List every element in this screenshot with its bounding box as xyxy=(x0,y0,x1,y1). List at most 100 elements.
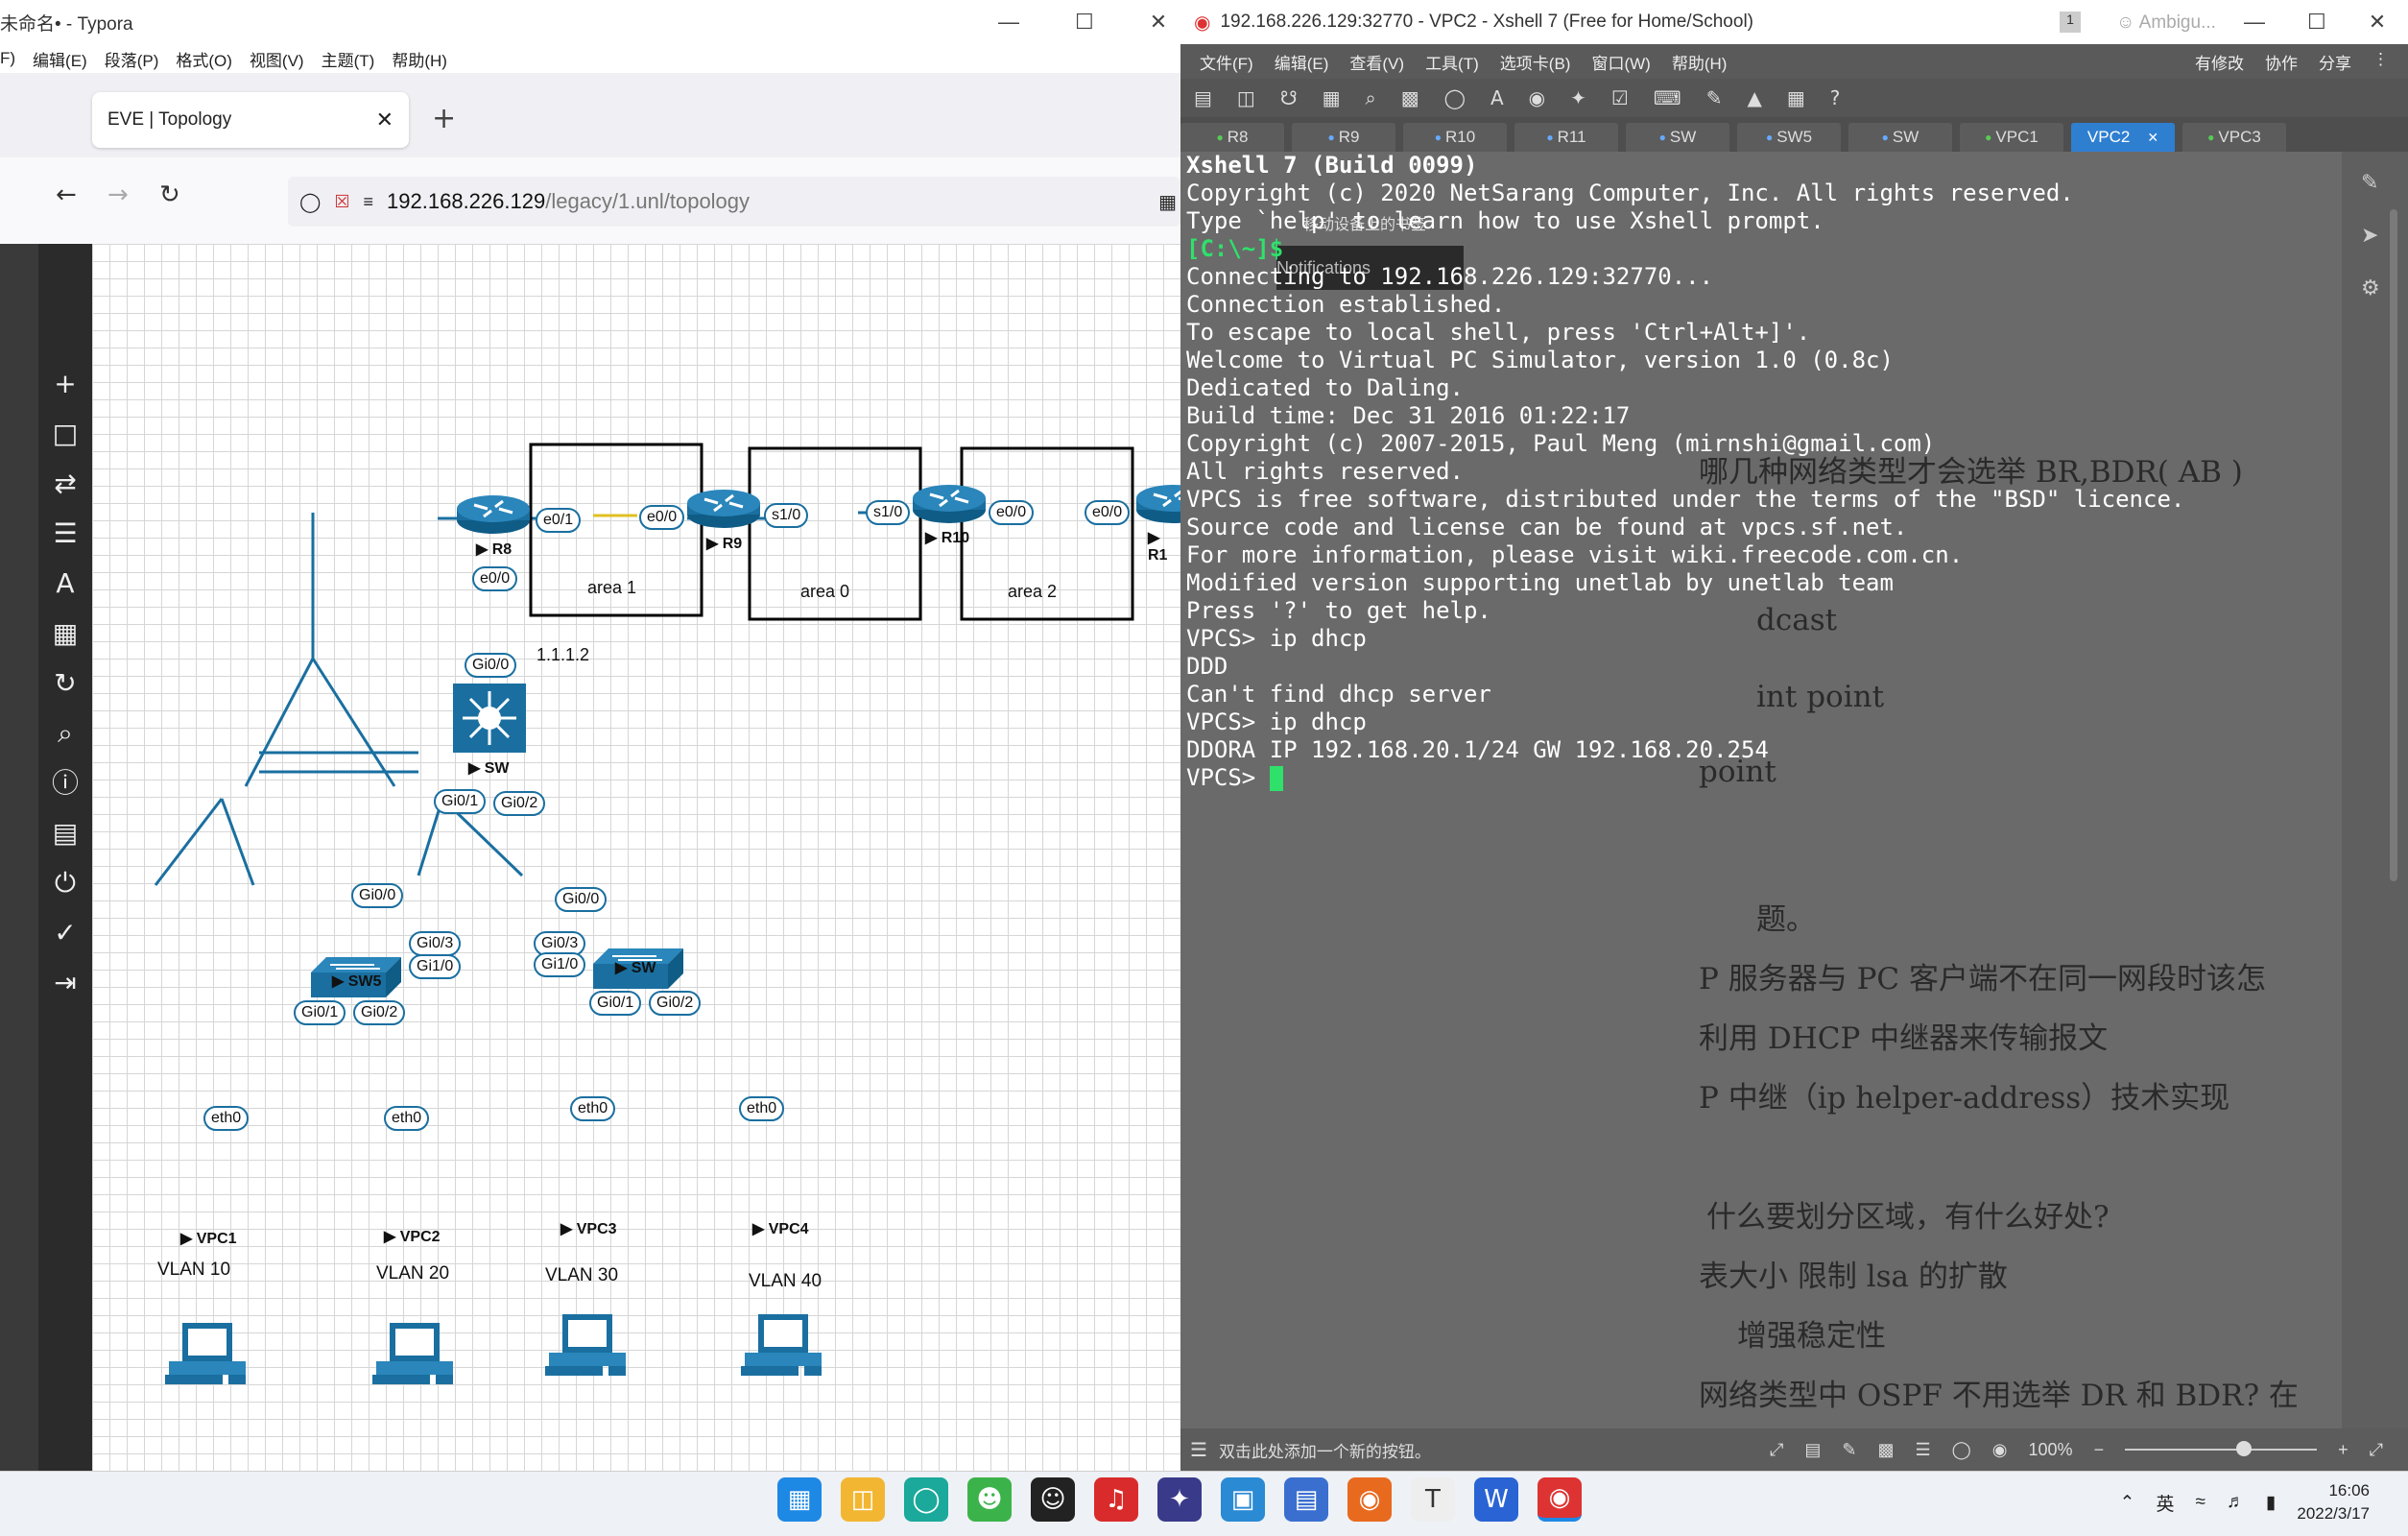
wifi-icon[interactable]: ≈ xyxy=(2195,1492,2205,1513)
keyboard-icon[interactable]: ⌨ xyxy=(1654,86,1681,109)
shield-icon[interactable]: ◯ xyxy=(299,190,321,214)
menu-file[interactable]: F) xyxy=(0,49,15,68)
menu-help[interactable]: 帮助(H) xyxy=(392,47,447,71)
font-icon[interactable]: A xyxy=(1490,86,1504,109)
port-sw5-gi0-2[interactable]: Gi0/2 xyxy=(353,1000,406,1025)
tab-sw[interactable]: ● SW xyxy=(1626,123,1729,152)
forward-icon[interactable]: → xyxy=(107,180,129,209)
book-icon[interactable]: ▤ xyxy=(1804,1440,1821,1460)
terminal[interactable]: 哪几种网络类型才会选举 BR,BDR( AB ) dcast int point… xyxy=(1180,152,2342,1428)
menu-paragraph[interactable]: 段落(P) xyxy=(105,47,159,71)
port-sw5-gi0-0[interactable]: Gi0/0 xyxy=(351,883,404,908)
port-sw2-gi1-0[interactable]: Gi1/0 xyxy=(534,952,586,977)
menu-help[interactable]: 帮助(H) xyxy=(1672,50,1728,74)
power-icon[interactable]: ⏻ xyxy=(55,868,76,898)
pointer-icon[interactable]: ➤ xyxy=(2361,224,2380,248)
file-explorer-icon[interactable]: ◫ xyxy=(841,1477,885,1522)
nodes-icon[interactable]: □ xyxy=(53,419,78,448)
grid-icon[interactable]: ▦ xyxy=(53,618,78,648)
vmware-icon[interactable]: ▣ xyxy=(1221,1477,1265,1522)
help-icon[interactable]: ? xyxy=(1830,86,1841,109)
page-icon[interactable]: ▩ xyxy=(1877,1440,1894,1460)
zoom-level[interactable]: 100% xyxy=(2029,1440,2073,1460)
logout-icon[interactable]: ⇥ xyxy=(54,968,76,997)
tray-expand-icon[interactable]: ⌃ xyxy=(2120,1492,2135,1514)
share-button[interactable]: 分享 xyxy=(2319,50,2351,74)
app-icon[interactable]: ✦ xyxy=(1157,1477,1202,1522)
ime-indicator[interactable]: 英 xyxy=(2156,1490,2174,1516)
menu-format[interactable]: 格式(O) xyxy=(176,47,232,71)
menu-edit[interactable]: 编辑(E) xyxy=(33,47,87,71)
volume-icon[interactable]: ♬ xyxy=(2227,1492,2245,1513)
fit-icon[interactable]: ⤢ xyxy=(2370,1440,2383,1460)
port-sw5-gi0-1[interactable]: Gi0/1 xyxy=(294,1000,346,1025)
wechat-icon[interactable]: ☻ xyxy=(967,1477,1012,1522)
list-icon[interactable]: ☰ xyxy=(1916,1440,1931,1460)
tab-sw-2[interactable]: ● SW xyxy=(1848,123,1952,152)
zoom-out-icon[interactable]: − xyxy=(2094,1440,2105,1460)
menu-tools[interactable]: 工具(T) xyxy=(1425,50,1479,74)
eye-icon[interactable]: ◉ xyxy=(1992,1440,2008,1460)
tab-vpc2[interactable]: VPC2 ✕ xyxy=(2071,123,2175,152)
collaborate-button[interactable]: 协作 xyxy=(2265,50,2298,74)
refresh-icon[interactable]: ↻ xyxy=(54,668,76,698)
windows-start-icon[interactable]: ▦ xyxy=(777,1477,822,1522)
scroll-thumb[interactable] xyxy=(2390,209,2397,881)
battery-icon[interactable]: ▮ xyxy=(2266,1492,2276,1514)
qr-code-icon[interactable]: ▦ xyxy=(1158,190,1177,214)
port-r10-e0-0[interactable]: e0/0 xyxy=(989,500,1035,525)
web-icon[interactable]: ◯ xyxy=(1952,1440,1971,1460)
reload-icon[interactable]: ↻ xyxy=(159,180,180,209)
close-tab-icon[interactable]: ✕ xyxy=(376,108,393,132)
menu-theme[interactable]: 主题(T) xyxy=(322,47,375,71)
close-icon[interactable]: ✕ xyxy=(1150,10,1167,35)
netease-music-icon[interactable]: ♫ xyxy=(1094,1477,1138,1522)
minimize-icon[interactable]: — xyxy=(2244,10,2265,35)
menu-window[interactable]: 窗口(W) xyxy=(1591,50,1650,74)
tab-r9[interactable]: ● R9 xyxy=(1292,123,1395,152)
port-vpc3-eth0[interactable]: eth0 xyxy=(570,1096,616,1121)
port-sw2-gi0-2[interactable]: Gi0/2 xyxy=(649,991,702,1016)
profile-name[interactable]: ☺ Ambigu... xyxy=(2116,12,2216,34)
word-icon[interactable]: W xyxy=(1474,1477,1518,1522)
close-icon[interactable]: ✕ xyxy=(2369,10,2386,35)
find-icon[interactable]: ⌕ xyxy=(1365,86,1375,109)
tab-r8[interactable]: ● R8 xyxy=(1180,123,1284,152)
globe-icon[interactable]: ◯ xyxy=(1444,86,1466,109)
info-icon[interactable]: ⓘ xyxy=(52,768,79,798)
menu-tabs[interactable]: 选项卡(B) xyxy=(1500,50,1571,74)
url-bar[interactable]: ◯ ☒ ≡ 192.168.226.129/legacy/1.unl/topol… xyxy=(288,177,1180,227)
port-r1-e0-0[interactable]: e0/0 xyxy=(1085,500,1131,525)
port-sw2-gi0-1[interactable]: Gi0/1 xyxy=(589,991,642,1016)
permissions-icon[interactable]: ≡ xyxy=(364,192,374,212)
pen-icon[interactable]: ✎ xyxy=(1842,1440,1856,1460)
menu-file[interactable]: 文件(F) xyxy=(1200,50,1253,74)
tab-vpc1[interactable]: ● VPC1 xyxy=(1960,123,2063,152)
zoom-icon[interactable]: ⌕ xyxy=(58,718,73,748)
lock-icon[interactable]: ☑ xyxy=(1611,86,1629,109)
typora-icon[interactable]: T xyxy=(1411,1477,1455,1522)
disconnect-icon[interactable]: ☋ xyxy=(1280,86,1298,109)
layout-icon[interactable]: ▦ xyxy=(1787,86,1805,109)
port-r9-e0-0[interactable]: e0/0 xyxy=(639,505,685,530)
port-vpc1-eth0[interactable]: eth0 xyxy=(203,1106,250,1131)
lab-list-icon[interactable]: ▤ xyxy=(53,818,78,848)
port-sw5-gi1-0[interactable]: Gi1/0 xyxy=(409,954,462,979)
port-vpc4-eth0[interactable]: eth0 xyxy=(739,1096,785,1121)
networks-icon[interactable]: ⇄ xyxy=(54,468,76,498)
port-sw5-gi0-3[interactable]: Gi0/3 xyxy=(409,931,462,956)
maximize-icon[interactable]: ☐ xyxy=(1075,10,1094,35)
port-sw2-gi0-0[interactable]: Gi0/0 xyxy=(555,887,608,912)
zoom-in-icon[interactable]: + xyxy=(2338,1440,2348,1460)
edge-icon[interactable]: ◯ xyxy=(904,1477,948,1522)
pen-icon[interactable]: ✎ xyxy=(2361,171,2380,195)
settings-icon[interactable]: ⚙ xyxy=(2361,276,2380,300)
back-icon[interactable]: ← xyxy=(56,180,77,209)
port-r9-s1-0[interactable]: s1/0 xyxy=(764,503,809,528)
close-tab-icon[interactable]: ✕ xyxy=(2147,130,2158,146)
notes-icon[interactable]: ▤ xyxy=(1284,1477,1328,1522)
new-session-icon[interactable]: ▤ xyxy=(1194,86,1212,109)
pen-icon[interactable]: ✎ xyxy=(1706,86,1723,109)
menu-icon[interactable]: ☰ xyxy=(1190,1438,1207,1462)
fullscreen-icon[interactable]: ✦ xyxy=(1570,86,1586,109)
